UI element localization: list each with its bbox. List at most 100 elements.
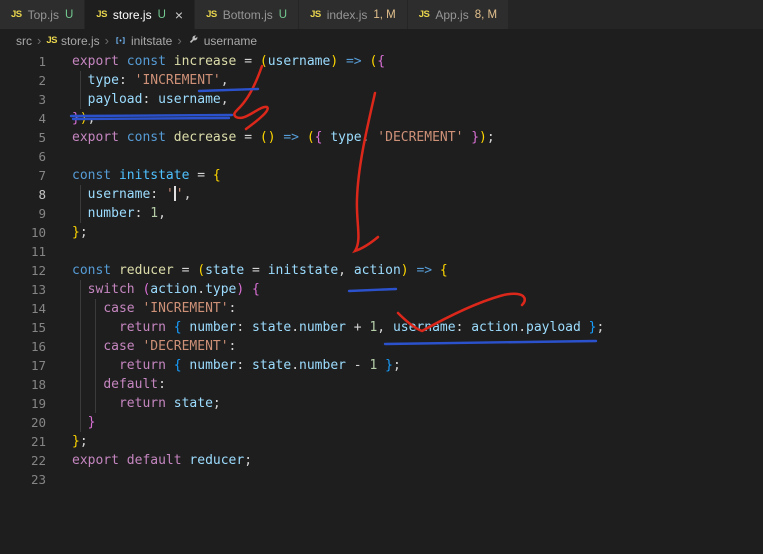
indent-guide: [95, 299, 96, 413]
code-text: switch (action.type) {: [87, 282, 260, 297]
tab-label: Bottom.js: [222, 7, 273, 22]
code-line[interactable]: 10};: [0, 223, 763, 242]
code-line[interactable]: 3 payload: username,: [0, 90, 763, 109]
breadcrumb-label: src: [16, 33, 32, 48]
tab-git-status: U: [64, 8, 74, 21]
line-number: 4: [38, 111, 46, 126]
tab-bottom-js[interactable]: JS Bottom.js U: [195, 0, 300, 29]
code-text: payload: username,: [87, 92, 229, 107]
tab-bar: JS Top.js U JS store.js U × JS Bottom.js…: [0, 0, 763, 29]
code-line[interactable]: 21};: [0, 432, 763, 451]
line-number: 8: [38, 187, 46, 202]
tab-label: index.js: [326, 7, 368, 22]
code-text: default:: [103, 377, 166, 392]
code-text: case 'INCREMENT':: [103, 301, 237, 316]
js-file-icon: JS: [11, 9, 22, 20]
breadcrumb-separator: ›: [37, 33, 42, 48]
line-number: 5: [38, 130, 46, 145]
tab-top-js[interactable]: JS Top.js U: [0, 0, 86, 29]
code-text: export const decrease = () => ({ type: '…: [72, 130, 495, 145]
close-icon[interactable]: ×: [175, 8, 183, 22]
code-line[interactable]: 5 export const decrease = () => ({ type: …: [0, 128, 763, 147]
indent-guide: [80, 71, 81, 109]
breadcrumb-separator: ›: [177, 33, 182, 48]
code-text: return { number: state.number - 1 };: [118, 358, 401, 373]
line-number: 16: [30, 339, 46, 354]
line-number: 9: [38, 206, 46, 221]
line-number: 1: [38, 54, 46, 69]
breadcrumb: src › JS store.js › initstate › username: [0, 29, 763, 52]
code-line[interactable]: 7 const initstate = {: [0, 166, 763, 185]
line-number: 10: [30, 225, 46, 240]
code-line[interactable]: 22 export default reducer;: [0, 451, 763, 470]
breadcrumb-item-initstate[interactable]: initstate: [114, 34, 172, 48]
code-line[interactable]: 13 switch (action.type) {: [0, 280, 763, 299]
code-text: case 'DECREMENT':: [103, 339, 237, 354]
tab-app-js[interactable]: JS App.js 8, M: [407, 0, 510, 29]
line-number: 13: [30, 282, 46, 297]
code-line[interactable]: 2 type: 'INCREMENT',: [0, 71, 763, 90]
code-line[interactable]: 4});: [0, 109, 763, 128]
line-number: 12: [30, 263, 46, 278]
breadcrumb-item-store-js[interactable]: JS store.js: [46, 34, 99, 48]
line-number: 14: [30, 301, 46, 316]
code-line[interactable]: 9 number: 1,: [0, 204, 763, 223]
js-file-icon: JS: [310, 9, 321, 20]
tab-index-js[interactable]: JS index.js 1, M: [299, 0, 408, 29]
code-line[interactable]: 18 default:: [0, 375, 763, 394]
tab-store-js[interactable]: JS store.js U ×: [85, 0, 196, 29]
line-number: 21: [30, 434, 46, 449]
js-file-icon: JS: [206, 9, 217, 20]
js-file-icon: JS: [418, 9, 430, 20]
indent-guide: [80, 280, 81, 432]
code-text: }: [87, 415, 96, 430]
line-number: 23: [30, 472, 46, 487]
code-text: export const increase = (username) => ({: [72, 54, 386, 69]
code-line[interactable]: 14 case 'INCREMENT':: [0, 299, 763, 318]
code-line[interactable]: 23: [0, 470, 763, 489]
breadcrumb-item-src[interactable]: src: [16, 34, 32, 48]
tab-label: store.js: [112, 7, 152, 22]
code-line[interactable]: 15 return { number: state.number + 1, us…: [0, 318, 763, 337]
code-text: };: [72, 434, 88, 449]
code-line[interactable]: 17 return { number: state.number - 1 };: [0, 356, 763, 375]
code-text: const reducer = (state = initstate, acti…: [72, 263, 448, 278]
symbol-variable-icon: [114, 34, 127, 47]
vscode-window: JS Top.js U JS store.js U × JS Bottom.js…: [0, 0, 763, 554]
breadcrumb-label: initstate: [131, 33, 173, 48]
tab-git-status: U: [278, 8, 288, 21]
line-number: 22: [30, 453, 46, 468]
tab-problems-git-status: 1, M: [373, 8, 396, 21]
line-number: 7: [38, 168, 46, 183]
breadcrumb-item-username[interactable]: username: [187, 34, 257, 48]
symbol-field-icon: [187, 34, 200, 47]
code-line[interactable]: 16 case 'DECREMENT':: [0, 337, 763, 356]
code-text: const initstate = {: [72, 168, 221, 183]
line-number: 18: [30, 377, 46, 392]
code-text: type: 'INCREMENT',: [87, 73, 229, 88]
code-line[interactable]: 19 return state;: [0, 394, 763, 413]
code-text: };: [72, 225, 88, 240]
tab-problems-git-status: 8, M: [474, 8, 498, 21]
code-line[interactable]: 12 const reducer = (state = initstate, ac…: [0, 261, 763, 280]
breadcrumb-separator: ›: [104, 33, 109, 48]
line-number: 15: [30, 320, 46, 335]
breadcrumb-label: username: [203, 33, 258, 48]
code-line[interactable]: 20 }: [0, 413, 763, 432]
code-text: return { number: state.number + 1, usern…: [118, 320, 605, 335]
line-number: 11: [30, 244, 46, 259]
line-number: 19: [30, 396, 46, 411]
code-line[interactable]: 6: [0, 147, 763, 166]
code-line[interactable]: 1 export const increase = (username) => (…: [0, 52, 763, 71]
line-number: 6: [38, 149, 46, 164]
line-number: 2: [38, 73, 46, 88]
line-number: 3: [38, 92, 46, 107]
js-file-icon: JS: [46, 35, 57, 46]
code-text: number: 1,: [87, 206, 166, 221]
code-editor[interactable]: 1 export const increase = (username) => (…: [0, 52, 763, 489]
code-line[interactable]: 8 username: ' ',: [0, 185, 763, 204]
code-line[interactable]: 11: [0, 242, 763, 261]
line-number: 17: [30, 358, 46, 373]
code-text: export default reducer;: [72, 453, 253, 468]
tab-label: App.js: [435, 7, 469, 22]
